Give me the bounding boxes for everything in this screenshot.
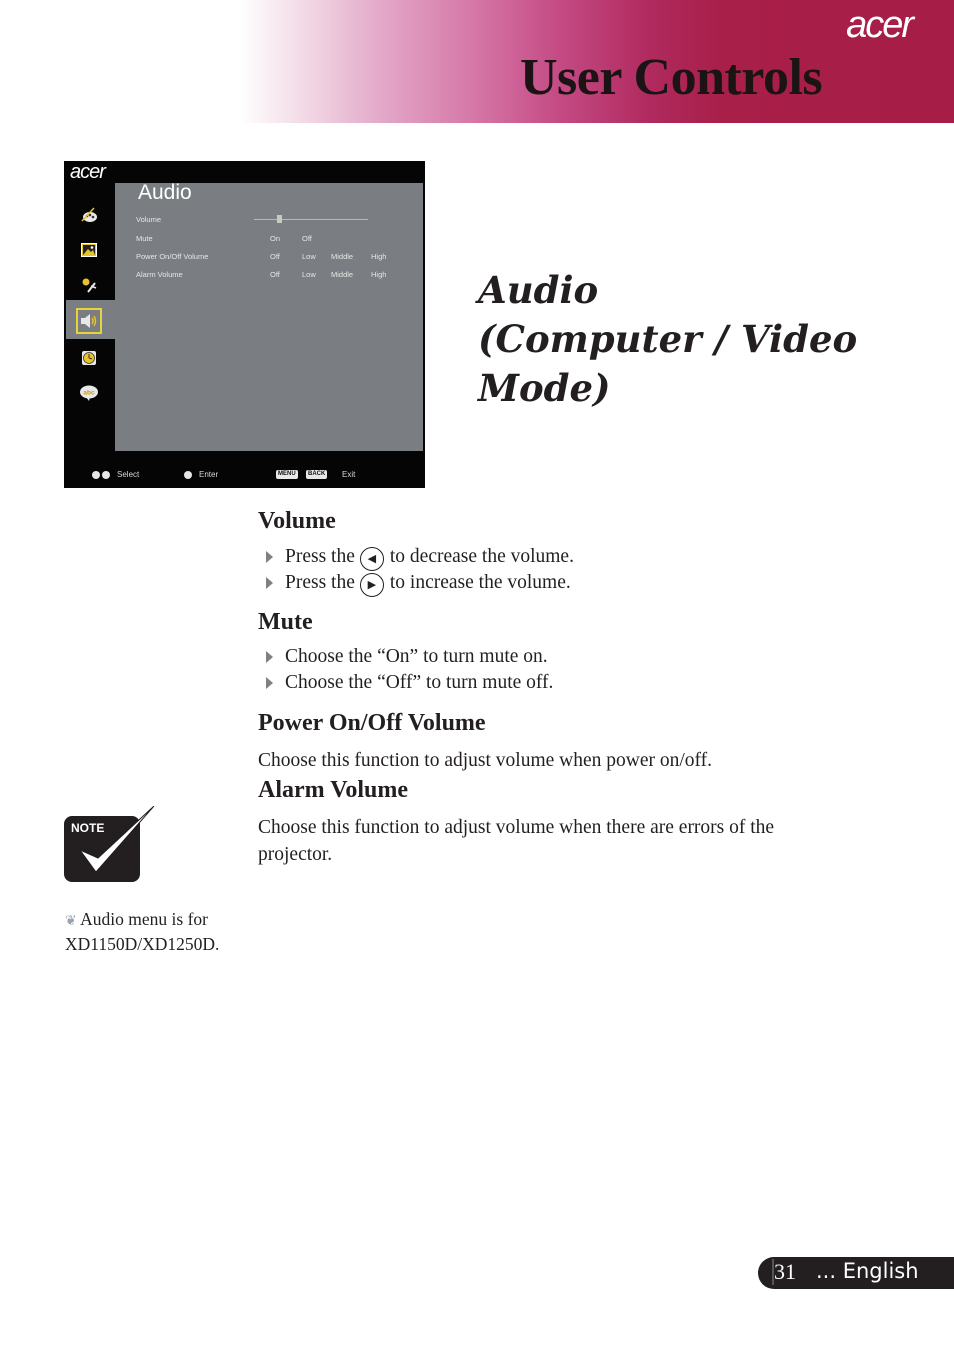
up-arrow-icon xyxy=(92,471,100,479)
language-label: ... English xyxy=(816,1259,919,1283)
bullet-arrow-icon xyxy=(266,677,273,689)
osd-volume-slider-thumb[interactable] xyxy=(277,215,283,223)
bullet-text: to decrease the volume. xyxy=(389,546,574,567)
osd-row-mute-label: Mute xyxy=(136,234,153,243)
image-icon xyxy=(79,240,99,260)
osd-mute-option-off[interactable]: Off xyxy=(302,234,312,243)
language-icon: abc xyxy=(79,383,99,403)
osd-row-volume-label: Volume xyxy=(136,215,162,224)
volume-bullet-increase: Press the ▶ to increase the volume. xyxy=(266,571,571,597)
diamond-bullet-icon: ❦ xyxy=(65,914,77,929)
alarm-volume-heading: Alarm Volume xyxy=(258,777,408,803)
mute-bullet-off: Choose the “Off” to turn mute off. xyxy=(266,672,553,694)
speaker-icon xyxy=(76,308,102,334)
osd-power-option-high[interactable]: High xyxy=(371,252,386,261)
settings-tools-icon xyxy=(79,275,99,295)
note-line: XD1150D/XD1250D. xyxy=(65,934,220,954)
osd-exit-hint: Exit xyxy=(342,470,356,479)
section-title: Audio (Computer / Video Mode) xyxy=(478,266,878,413)
osd-alarm-option-low[interactable]: Low xyxy=(302,270,316,279)
osd-power-option-off[interactable]: Off xyxy=(270,252,280,261)
bullet-text: to increase the volume. xyxy=(389,572,571,593)
left-arrow-button-icon: ◀ xyxy=(359,547,384,571)
note-line: Audio menu is for xyxy=(80,909,208,929)
down-arrow-icon xyxy=(102,471,110,479)
osd-row-alarm-volume-label: Alarm Volume xyxy=(136,270,183,279)
bullet-text: Choose the “Off” to turn mute off. xyxy=(285,672,554,693)
page-footer: 31 ... English xyxy=(758,1257,954,1289)
power-volume-heading: Power On/Off Volume xyxy=(258,710,486,736)
back-key: BACK xyxy=(306,470,328,479)
acer-logo: acer xyxy=(846,4,914,46)
bullet-arrow-icon xyxy=(266,577,273,589)
osd-menu-title: Audio xyxy=(138,181,192,204)
note-check-icon: NOTE xyxy=(64,805,156,884)
menu-key: MENU xyxy=(276,470,298,479)
bullet-arrow-icon xyxy=(266,651,273,663)
osd-power-option-middle[interactable]: Middle xyxy=(331,252,353,261)
osd-alarm-option-middle[interactable]: Middle xyxy=(331,270,353,279)
osd-screenshot: acer abc Audio Volume Mute On Off Power … xyxy=(64,161,425,488)
alarm-volume-text-line: projector. xyxy=(258,844,333,865)
osd-acer-logo: acer xyxy=(70,161,106,183)
alarm-volume-text-line: Choose this function to adjust volume wh… xyxy=(258,817,775,838)
mute-bullet-on: Choose the “On” to turn mute on. xyxy=(266,646,548,668)
osd-power-option-low[interactable]: Low xyxy=(302,252,316,261)
bullet-arrow-icon xyxy=(266,551,273,563)
osd-enter-hint: Enter xyxy=(199,470,219,479)
color-palette-icon xyxy=(79,205,99,225)
osd-menu-panel xyxy=(115,183,423,451)
volume-heading: Volume xyxy=(258,508,336,534)
page-number: 31 xyxy=(772,1259,796,1285)
page-header: acer User Controls xyxy=(0,0,954,123)
section-title-line: (Computer / Video xyxy=(478,317,858,361)
volume-bullet-decrease: Press the ◀ to decrease the volume. xyxy=(266,545,574,571)
timer-icon xyxy=(79,348,99,368)
page-title: User Controls xyxy=(520,49,823,106)
osd-alarm-option-off[interactable]: Off xyxy=(270,270,280,279)
osd-alarm-option-high[interactable]: High xyxy=(371,270,386,279)
section-title-line: Mode) xyxy=(478,366,611,410)
right-arrow-button-icon: ▶ xyxy=(359,573,384,597)
osd-mute-option-on[interactable]: On xyxy=(270,234,280,243)
svg-text:NOTE: NOTE xyxy=(71,821,104,835)
alarm-volume-text: Choose this function to adjust volume wh… xyxy=(258,814,774,868)
osd-row-power-volume-label: Power On/Off Volume xyxy=(136,252,209,261)
mute-heading: Mute xyxy=(258,609,313,635)
power-volume-text: Choose this function to adjust volume wh… xyxy=(258,750,713,771)
bullet-text: Press the xyxy=(285,572,355,593)
enter-icon xyxy=(184,471,192,479)
bullet-text: Press the xyxy=(285,546,355,567)
section-title-line: Audio xyxy=(478,268,599,312)
note-text: ❦ Audio menu is for XD1150D/XD1250D. xyxy=(65,908,255,956)
svg-text:abc: abc xyxy=(83,390,95,397)
osd-volume-slider[interactable] xyxy=(254,219,368,220)
bullet-text: Choose the “On” to turn mute on. xyxy=(285,646,548,667)
osd-select-hint: Select xyxy=(117,470,140,479)
